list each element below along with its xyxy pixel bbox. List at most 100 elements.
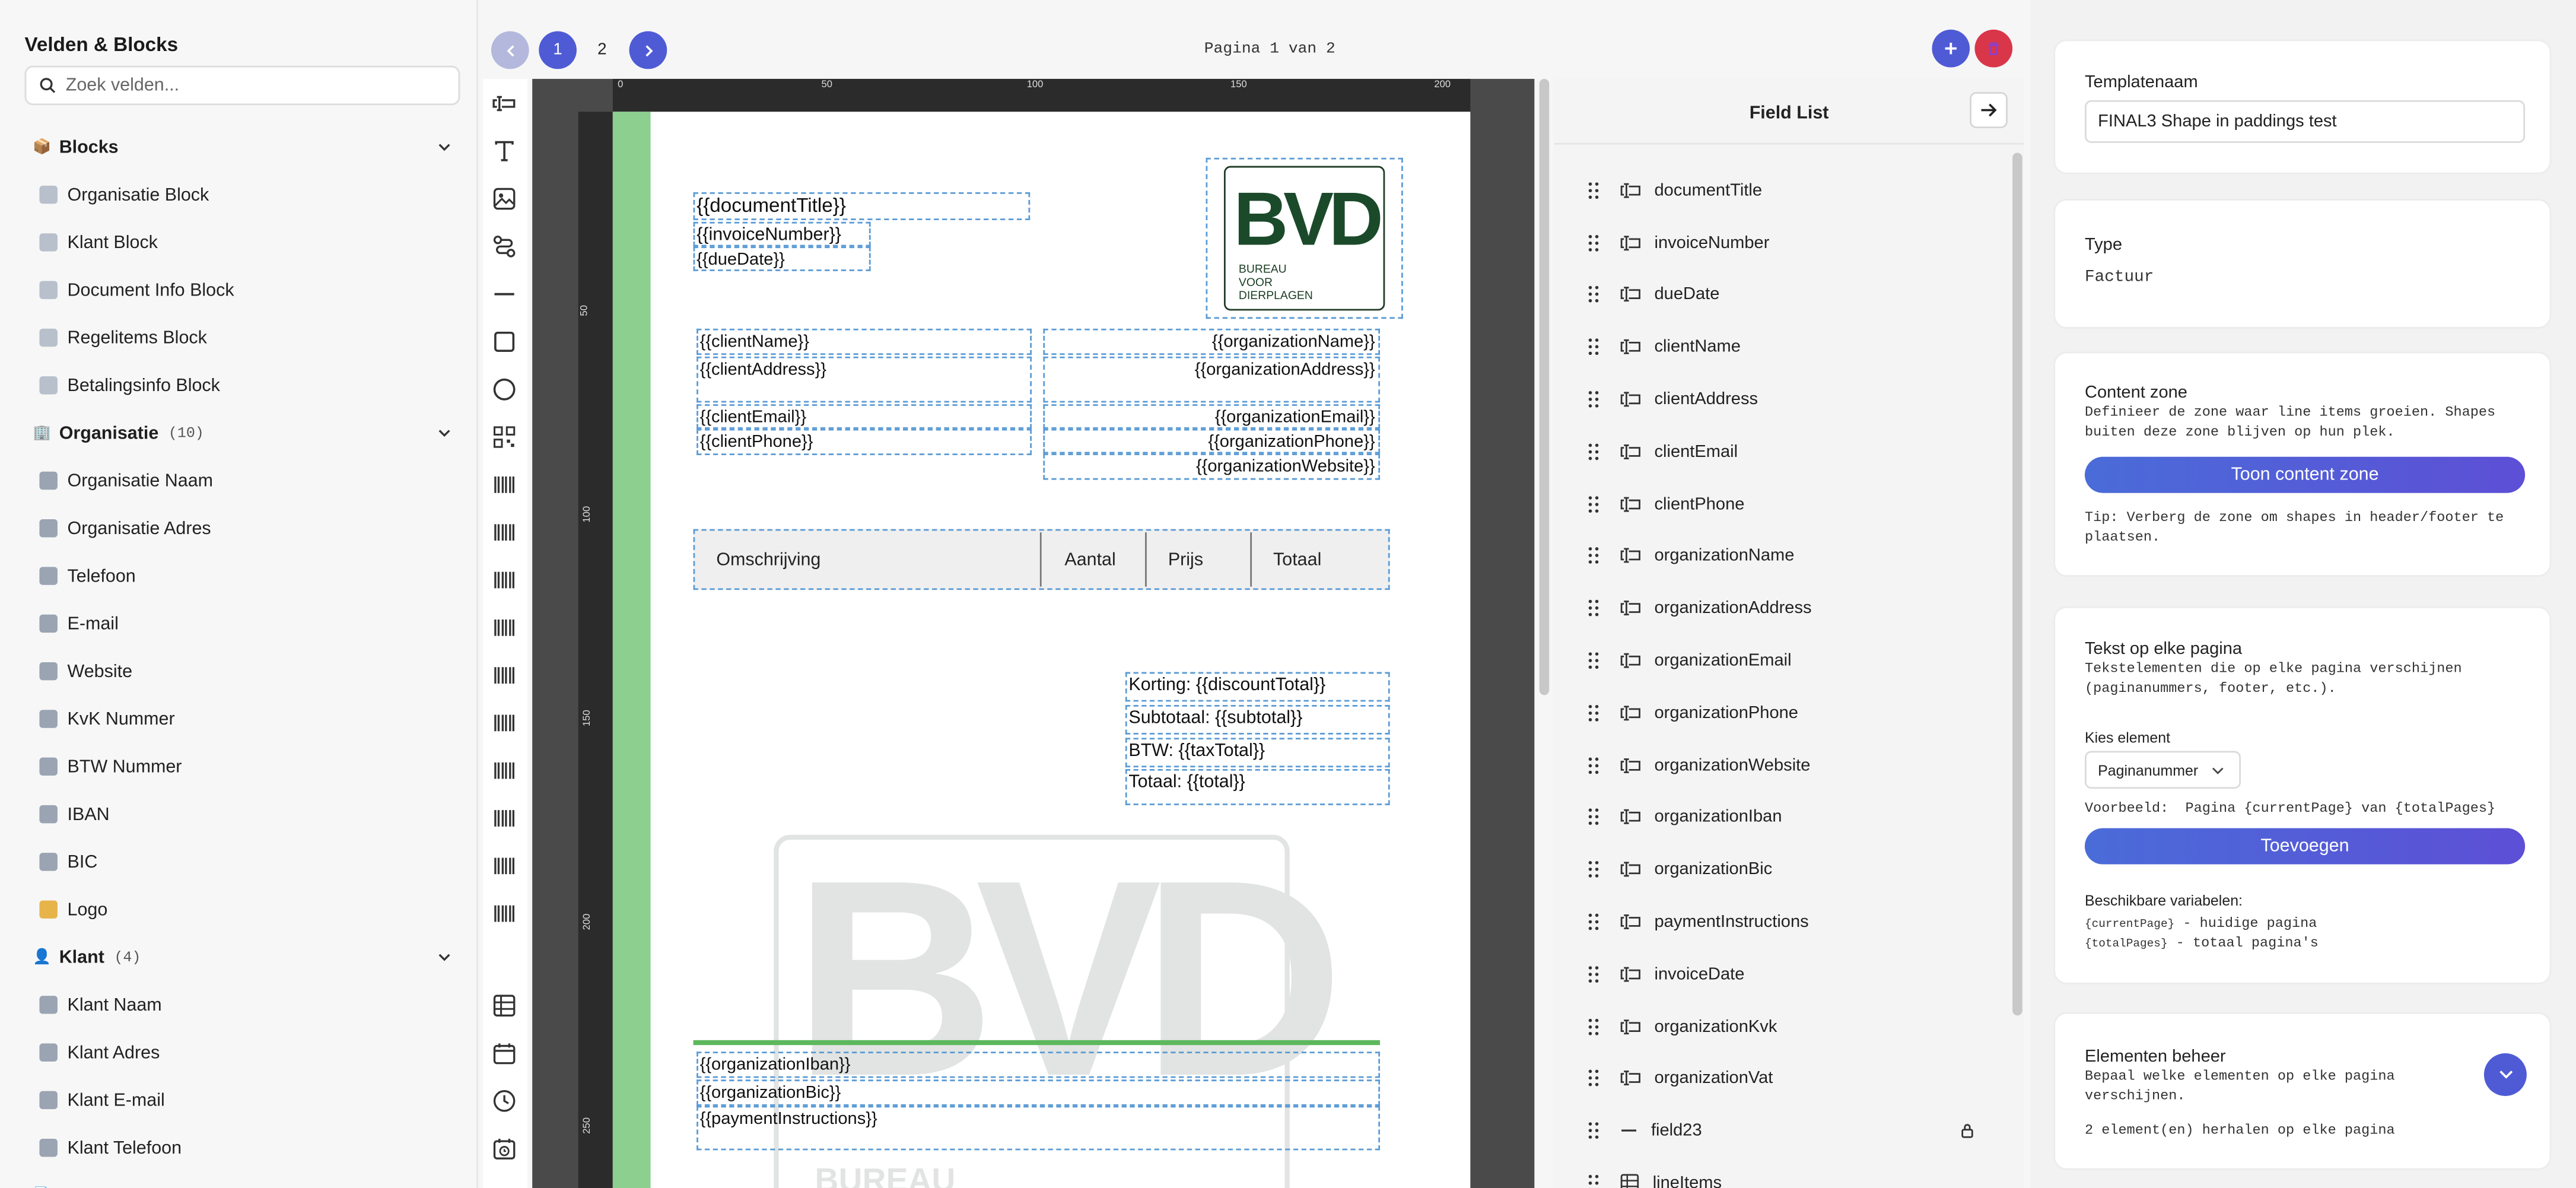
image-tool[interactable] <box>489 184 519 214</box>
group-organisatie[interactable]: 🏢 Organisatie (10) <box>0 409 476 457</box>
barcode-tool[interactable] <box>489 851 519 881</box>
expand-elements-button[interactable] <box>2483 1053 2527 1096</box>
drag-handle-icon[interactable] <box>1587 1173 1600 1188</box>
field-list-item-organizationaddress[interactable]: organizationAddress <box>1554 582 2014 634</box>
barcode-tool[interactable] <box>489 470 519 500</box>
sidebar-item-telefoon[interactable]: Telefoon <box>0 552 476 599</box>
drag-handle-icon[interactable] <box>1587 233 1600 252</box>
company-logo[interactable]: BVD BUREAU VOOR DIERPLAGEN <box>1206 157 1403 319</box>
time-tool[interactable] <box>489 1086 519 1116</box>
field-list-item-documenttitle[interactable]: documentTitle <box>1554 164 2014 217</box>
sidebar-item-klant-e-mail[interactable]: Klant E-mail <box>0 1076 476 1124</box>
field-list-item-organizationvat[interactable]: organizationVat <box>1554 1053 2014 1105</box>
field-discount-total[interactable]: Korting: {{discountTotal}} <box>1125 672 1390 702</box>
barcode-tool[interactable] <box>489 517 519 547</box>
line-items-table[interactable]: Omschrijving Aantal Prijs Totaal <box>693 529 1390 590</box>
field-list-item-clientemail[interactable]: clientEmail <box>1554 425 2014 478</box>
sidebar-item-klant-telefoon[interactable]: Klant Telefoon <box>0 1124 476 1171</box>
field-list-item-invoicenumber[interactable]: invoiceNumber <box>1554 217 2014 269</box>
element-select[interactable]: Paginanummer <box>2084 751 2241 789</box>
field-list-item-organizationphone[interactable]: organizationPhone <box>1554 687 2014 739</box>
field-list-item-clientphone[interactable]: clientPhone <box>1554 478 2014 530</box>
next-page-button[interactable] <box>629 31 667 69</box>
field-organization-phone[interactable]: {{organizationPhone}} <box>1043 428 1381 454</box>
field-total[interactable]: Totaal: {{total}} <box>1125 768 1390 805</box>
field-client-address[interactable]: {{clientAddress}} <box>697 356 1032 403</box>
field-list-scrollbar[interactable] <box>2012 153 2022 1016</box>
sidebar-item-organisatie-naam[interactable]: Organisatie Naam <box>0 457 476 504</box>
sidebar-item-logo[interactable]: Logo <box>0 886 476 933</box>
delete-page-button[interactable] <box>1974 29 2013 68</box>
footer-green-line[interactable] <box>693 1040 1381 1046</box>
field-organization-name[interactable]: {{organizationName}} <box>1043 328 1381 355</box>
field-client-phone[interactable]: {{clientPhone}} <box>697 428 1032 456</box>
field-list-item-organizationbic[interactable]: organizationBic <box>1554 844 2014 896</box>
field-subtotal[interactable]: Subtotaal: {{subtotal}} <box>1125 704 1390 735</box>
barcode-tool[interactable] <box>489 708 519 738</box>
chevron-down-icon[interactable] <box>437 950 452 965</box>
field-list-item-clientname[interactable]: clientName <box>1554 321 2014 373</box>
field-tax-total[interactable]: BTW: {{taxTotal}} <box>1125 738 1390 768</box>
qr-code-tool[interactable] <box>489 423 519 452</box>
drag-handle-icon[interactable] <box>1587 389 1600 409</box>
drag-handle-icon[interactable] <box>1587 703 1600 723</box>
group-document[interactable]: 📄Document(7) <box>0 1171 476 1188</box>
field-organization-website[interactable]: {{organizationWebsite}} <box>1043 453 1381 480</box>
document-page[interactable]: BVD BUREAU BVD BUREAU VOOR DIERPLAGEN {{… <box>612 112 1471 1188</box>
drag-handle-icon[interactable] <box>1587 547 1600 566</box>
field-organization-address[interactable]: {{organizationAddress}} <box>1043 356 1381 403</box>
drag-handle-icon[interactable] <box>1587 337 1600 357</box>
field-list-item-line-items[interactable]: lineItems <box>1554 1157 2014 1188</box>
field-list-item-organizationiban[interactable]: organizationIban <box>1554 791 2014 843</box>
field-list-item-organizationemail[interactable]: organizationEmail <box>1554 634 2014 687</box>
drag-handle-icon[interactable] <box>1587 1017 1600 1036</box>
circle-tool[interactable] <box>489 374 519 404</box>
search-input[interactable] <box>65 75 427 96</box>
barcode-tool[interactable] <box>489 803 519 833</box>
collapse-field-list-button[interactable] <box>1970 92 2008 128</box>
field-list-item-paymentinstructions[interactable]: paymentInstructions <box>1554 896 2014 948</box>
field-payment-instructions[interactable]: {{paymentInstructions}} <box>697 1106 1381 1151</box>
drag-handle-icon[interactable] <box>1587 1121 1600 1141</box>
sidebar-item-klant-block[interactable]: Klant Block <box>0 218 476 266</box>
field-list-item-organizationkvk[interactable]: organizationKvk <box>1554 1000 2014 1053</box>
drag-handle-icon[interactable] <box>1587 180 1600 200</box>
field-list-item-line[interactable]: field23 <box>1554 1105 2014 1157</box>
field-list-item-duedate[interactable]: dueDate <box>1554 269 2014 321</box>
field-client-email[interactable]: {{clientEmail}} <box>697 404 1032 429</box>
group-klant[interactable]: 👤 Klant (4) <box>0 933 476 981</box>
show-content-zone-button[interactable]: Toon content zone <box>2084 456 2526 493</box>
field-list-item-organizationname[interactable]: organizationName <box>1554 530 2014 582</box>
sidebar-item-regelitems-block[interactable]: Regelitems Block <box>0 314 476 361</box>
drag-handle-icon[interactable] <box>1587 442 1600 462</box>
rectangle-tool[interactable] <box>489 327 519 357</box>
field-due-date[interactable]: {{dueDate}} <box>693 246 871 271</box>
add-page-button[interactable] <box>1932 29 1970 68</box>
chevron-down-icon[interactable] <box>437 139 452 154</box>
lock-icon[interactable] <box>1960 1123 1975 1139</box>
sidebar-item-btw-nummer[interactable]: BTW Nummer <box>0 743 476 790</box>
design-canvas[interactable]: 0 50 100 150 200 50 100 150 200 250 BVD BUREAU B… <box>532 78 1535 1188</box>
sidebar-item-iban[interactable]: IBAN <box>0 790 476 838</box>
sidebar-item-organisatie-adres[interactable]: Organisatie Adres <box>0 504 476 552</box>
datetime-tool[interactable] <box>489 1134 519 1164</box>
field-list-item-clientaddress[interactable]: clientAddress <box>1554 373 2014 425</box>
drag-handle-icon[interactable] <box>1587 912 1600 932</box>
drag-handle-icon[interactable] <box>1587 808 1600 827</box>
prev-page-button[interactable] <box>491 31 529 69</box>
date-tool[interactable] <box>489 1038 519 1068</box>
field-organization-bic[interactable]: {{organizationBic}} <box>697 1079 1381 1106</box>
sidebar-item-klant-adres[interactable]: Klant Adres <box>0 1028 476 1076</box>
drag-handle-icon[interactable] <box>1587 494 1600 514</box>
search-box[interactable] <box>24 65 460 106</box>
template-name-input[interactable]: FINAL3 Shape in paddings test <box>2084 100 2526 143</box>
field-invoice-number[interactable]: {{invoiceNumber}} <box>693 221 871 247</box>
drag-handle-icon[interactable] <box>1587 860 1600 879</box>
drag-handle-icon[interactable] <box>1587 964 1600 984</box>
chevron-down-icon[interactable] <box>437 425 452 440</box>
table-tool[interactable] <box>489 991 519 1021</box>
barcode-tool[interactable] <box>489 613 519 643</box>
barcode-tool[interactable] <box>489 899 519 929</box>
drag-handle-icon[interactable] <box>1587 1069 1600 1088</box>
sidebar-item-organisatie-block[interactable]: Organisatie Block <box>0 171 476 218</box>
